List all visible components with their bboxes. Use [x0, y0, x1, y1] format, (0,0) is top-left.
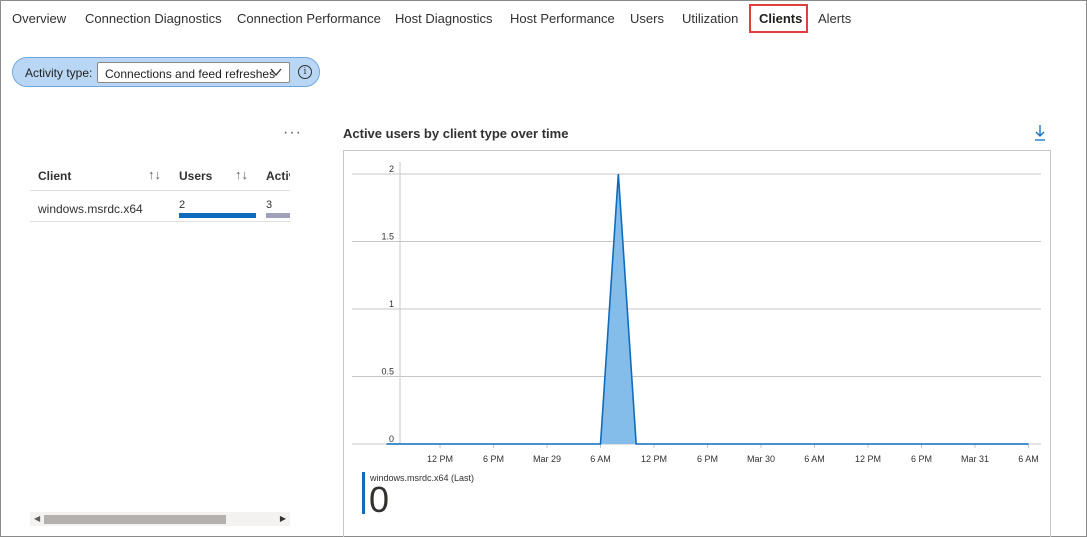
activity-type-value: Connections and feed refreshes	[105, 67, 276, 81]
tab-alerts[interactable]: Alerts	[818, 11, 851, 26]
legend-color-bar	[362, 472, 365, 514]
x-tick-label: 12 PM	[427, 454, 453, 464]
activity-bar	[266, 213, 290, 218]
y-tick-label: 1	[389, 299, 394, 309]
tab-connection-diagnostics[interactable]: Connection Diagnostics	[85, 11, 222, 26]
sort-icon[interactable]: ↑↓	[148, 167, 161, 182]
tab-utilization[interactable]: Utilization	[682, 11, 738, 26]
row-divider	[30, 221, 290, 222]
activity-type-filter: Activity type: Connections and feed refr…	[12, 57, 320, 87]
x-tick-label: 6 PM	[911, 454, 932, 464]
x-tick-label: 6 PM	[483, 454, 504, 464]
download-icon[interactable]	[1033, 124, 1047, 142]
active-tab-highlight	[749, 4, 808, 33]
tab-connection-performance[interactable]: Connection Performance	[237, 11, 381, 26]
more-icon[interactable]: ···	[283, 124, 302, 142]
sort-icon[interactable]: ↑↓	[235, 167, 248, 182]
x-tick-label: 6 AM	[1018, 454, 1039, 464]
cell-client: windows.msrdc.x64	[38, 202, 143, 216]
y-tick-label: 0	[389, 434, 394, 444]
x-tick-label: Mar 30	[747, 454, 775, 464]
chart-title: Active users by client type over time	[343, 126, 569, 141]
tab-host-diagnostics[interactable]: Host Diagnostics	[395, 11, 493, 26]
y-tick-label: 2	[389, 164, 394, 174]
x-tick-label: 6 AM	[804, 454, 825, 464]
horizontal-scrollbar[interactable]: ◀ ▶	[30, 512, 290, 526]
x-tick-label: Mar 31	[961, 454, 989, 464]
tab-host-performance[interactable]: Host Performance	[510, 11, 615, 26]
column-header-users[interactable]: Users	[179, 169, 212, 183]
x-tick-label: 12 PM	[855, 454, 881, 464]
scroll-left-icon[interactable]: ◀	[34, 514, 40, 523]
y-tick-label: 0.5	[381, 367, 394, 377]
column-header-activity[interactable]: Activi	[266, 169, 290, 183]
y-tick-label: 1.5	[381, 232, 394, 242]
tab-overview[interactable]: Overview	[12, 11, 66, 26]
legend-last-value: 0	[369, 479, 390, 520]
activity-type-label: Activity type:	[25, 66, 93, 80]
activity-type-dropdown[interactable]: Connections and feed refreshes	[97, 62, 290, 83]
x-tick-label: 12 PM	[641, 454, 667, 464]
cell-activity: 3	[266, 199, 273, 211]
tab-users[interactable]: Users	[630, 11, 664, 26]
tab-bar: Overview Connection Diagnostics Connecti…	[0, 0, 1087, 36]
x-tick-label: 6 AM	[590, 454, 611, 464]
info-icon[interactable]: i	[298, 65, 312, 79]
scrollbar-thumb[interactable]	[44, 515, 226, 524]
header-divider	[30, 190, 290, 191]
column-header-client[interactable]: Client	[38, 169, 71, 183]
scroll-right-icon[interactable]: ▶	[280, 514, 286, 523]
x-tick-label: Mar 29	[533, 454, 561, 464]
x-tick-label: 6 PM	[697, 454, 718, 464]
clients-table: Client ↑↓ Users ↑↓ Activi windows.msrdc.…	[30, 160, 290, 224]
cell-users: 2	[179, 199, 186, 211]
users-bar	[179, 213, 256, 218]
chevron-down-icon	[270, 68, 282, 77]
